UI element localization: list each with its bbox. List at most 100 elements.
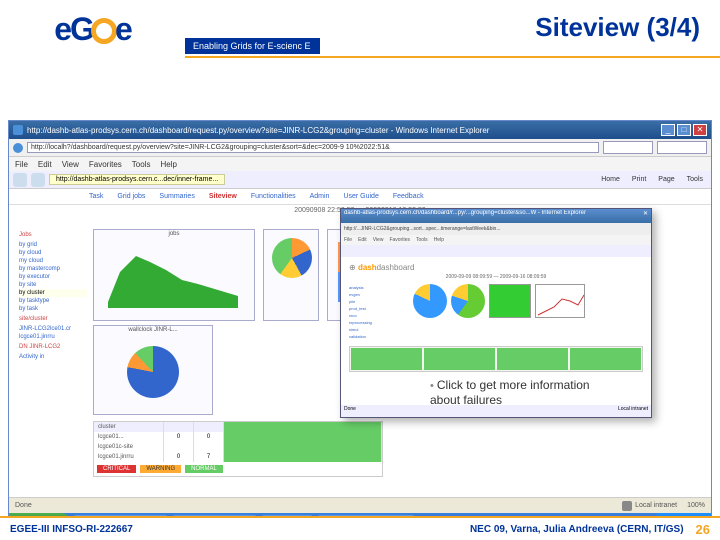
list-item[interactable]: reco [349,312,409,319]
list-item[interactable]: prod_test [349,305,409,312]
pie-icon [272,238,312,278]
menu-help[interactable]: Help [434,237,444,243]
sidebar-item[interactable]: by tasktype [19,297,87,305]
home-button[interactable]: Home [597,176,624,183]
cluster-table: cluster lcgce01... 0 0 lcgce01c- [93,421,383,477]
popup-status-table[interactable] [349,346,643,372]
print-button[interactable]: Print [628,176,650,183]
popup-sidebar: analysis evgen pile prod_test reco repro… [349,284,409,340]
list-item[interactable]: validation [349,333,409,340]
maximize-button[interactable]: □ [677,124,691,136]
titlebar: http://dashb-atlas-prodsys.cern.ch/dashb… [9,121,711,139]
td [164,442,194,452]
th: cluster [94,422,164,432]
tab-userguide[interactable]: User Guide [343,193,378,200]
popup-titlebar: dashb-atlas-prodsys.cern.ch/dashboard/r.… [341,209,651,223]
sidebar-item[interactable]: by cloud [19,249,87,257]
sidebar-item[interactable]: by task [19,305,87,313]
popup-address[interactable]: http://...JINR-LCG2&grouping...sort...sp… [341,223,651,235]
logo-letter: G [70,11,93,47]
menu-tools[interactable]: Tools [416,237,428,243]
popup-bar[interactable] [489,284,531,318]
tagline: Enabling Grids for E-scienc E [185,38,320,54]
dashboard-logo: ⊕ dashdashboard [345,261,647,274]
wallclock-pie[interactable]: wallclock JINR-L... [93,325,213,415]
sidebar-hdr-jobs: Jobs [19,231,87,239]
menu-file[interactable]: File [344,237,352,243]
menu-file[interactable]: File [15,160,28,169]
page-button[interactable]: Page [654,176,678,183]
sidebar-item-selected[interactable]: by cluster [19,289,87,297]
minimize-button[interactable]: _ [661,124,675,136]
menu-tools[interactable]: Tools [132,160,151,169]
go-button[interactable] [603,141,653,154]
page-number: 26 [696,522,710,537]
close-button[interactable]: ✕ [693,124,707,136]
menu-edit[interactable]: Edit [38,160,52,169]
pie-breakdown[interactable] [263,229,319,321]
tab-functionalities[interactable]: Functionalities [251,193,296,200]
sidebar-site[interactable]: JINR-LCG2lce01.cr [19,325,87,333]
status-text: Done [15,502,32,509]
menu-favorites[interactable]: Favorites [389,237,410,243]
slide-title: Siteview (3/4) [535,12,700,43]
zoom-level[interactable]: 100% [687,502,705,509]
menu-bar: File Edit View Favorites Tools Help [9,157,711,171]
menu-favorites[interactable]: Favorites [89,160,122,169]
sidebar-item[interactable]: by executor [19,273,87,281]
browser-tab[interactable]: http://dashb-atlas-prodsys.cern.c...dec/… [49,174,225,185]
sidebar-dn: DN JINR-LCG2 [19,343,87,351]
menu-edit[interactable]: Edit [358,237,367,243]
menu-view[interactable]: View [62,160,79,169]
tab-summaries[interactable]: Summaries [159,193,194,200]
tab-gridjobs[interactable]: Grid jobs [117,193,145,200]
footer-center: NEC 09, Varna, Julia Andreeva (CERN, IT/… [133,524,696,535]
popup-pie2[interactable] [451,284,485,318]
forward-button[interactable] [31,173,45,187]
td-status[interactable] [224,452,382,462]
sidebar-item[interactable]: my cloud [19,257,87,265]
tools-button[interactable]: Tools [683,176,707,183]
sidebar-item[interactable]: by mastercomp [19,265,87,273]
list-item[interactable]: analysis [349,284,409,291]
td: 7 [194,452,224,462]
area-chart[interactable]: jobs [93,229,255,321]
footer-left: EGEE-III INFSO-RI-222667 [10,524,133,535]
window-title: http://dashb-atlas-prodsys.cern.ch/dashb… [27,126,661,135]
annotation-callout: • Click to get more information about fa… [430,378,600,408]
tab-siteview[interactable]: Siteview [209,193,237,200]
sidebar-item[interactable]: by grid [19,241,87,249]
chart-title: wallclock JINR-L... [94,326,212,334]
tab-task[interactable]: Task [89,193,103,200]
list-item[interactable]: reprocessing [349,319,409,326]
popup-pie1[interactable] [413,284,447,318]
td[interactable]: lcgce01... [94,432,164,442]
annotation-text: Click to get more information about fail… [430,378,590,407]
sidebar-ce[interactable]: lcgce01.jinrru [19,333,87,341]
td-status[interactable] [224,442,382,452]
tab-admin[interactable]: Admin [310,193,330,200]
list-item[interactable]: evgen [349,291,409,298]
tab-toolbar: http://dashb-atlas-prodsys.cern.c...dec/… [9,171,711,189]
list-item[interactable]: simul [349,326,409,333]
logo-letter: e [54,11,70,47]
sidebar-hdr-cluster: site/cluster [19,315,87,323]
address-bar-row: http://localh?/dashboard/request.py/over… [9,139,711,157]
menu-help[interactable]: Help [160,160,176,169]
td[interactable]: lcgce01.jinrru [94,452,164,462]
th [164,422,194,432]
search-box[interactable] [657,141,707,154]
popup-line[interactable] [535,284,585,318]
list-item[interactable]: pile [349,298,409,305]
td [194,442,224,452]
td-status[interactable] [224,432,382,442]
back-button[interactable] [13,173,27,187]
td[interactable]: lcgce01c-site [94,442,164,452]
tab-feedback[interactable]: Feedback [393,193,424,200]
address-bar[interactable]: http://localh?/dashboard/request.py/over… [27,142,599,153]
menu-view[interactable]: View [373,237,384,243]
logo: eGe [0,0,185,58]
sidebar-item[interactable]: by site [19,281,87,289]
popup-close-icon[interactable]: ✕ [643,210,648,222]
globe-icon [13,143,23,153]
